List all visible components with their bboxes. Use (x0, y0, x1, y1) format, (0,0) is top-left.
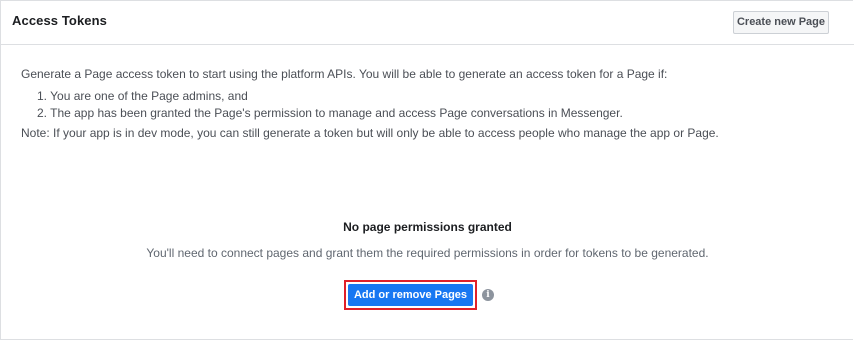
condition-item: 2. The app has been granted the Page's p… (37, 106, 623, 120)
conditions-list: 1. You are one of the Page admins, and 2… (21, 88, 841, 122)
highlight-frame: Add or remove Pages (344, 280, 477, 310)
create-new-page-button[interactable]: Create new Page (733, 11, 829, 34)
intro-lead: Generate a Page access token to start us… (21, 67, 668, 81)
empty-state: No page permissions granted You'll need … (1, 219, 854, 262)
add-or-remove-pages-button[interactable]: Add or remove Pages (348, 284, 473, 306)
dev-mode-note: Note: If your app is in dev mode, you ca… (21, 126, 719, 140)
empty-state-title: No page permissions granted (343, 220, 512, 234)
empty-state-message: You'll need to connect pages and grant t… (146, 246, 709, 260)
condition-item: 1. You are one of the Page admins, and (37, 89, 248, 103)
action-row: Add or remove Pages i (1, 280, 854, 310)
info-icon[interactable]: i (482, 289, 494, 301)
intro-text: Generate a Page access token to start us… (21, 66, 841, 142)
panel-header: Access Tokens Create new Page (1, 1, 854, 45)
access-tokens-panel: Access Tokens Create new Page Generate a… (0, 0, 854, 340)
panel-title: Access Tokens (12, 13, 107, 28)
